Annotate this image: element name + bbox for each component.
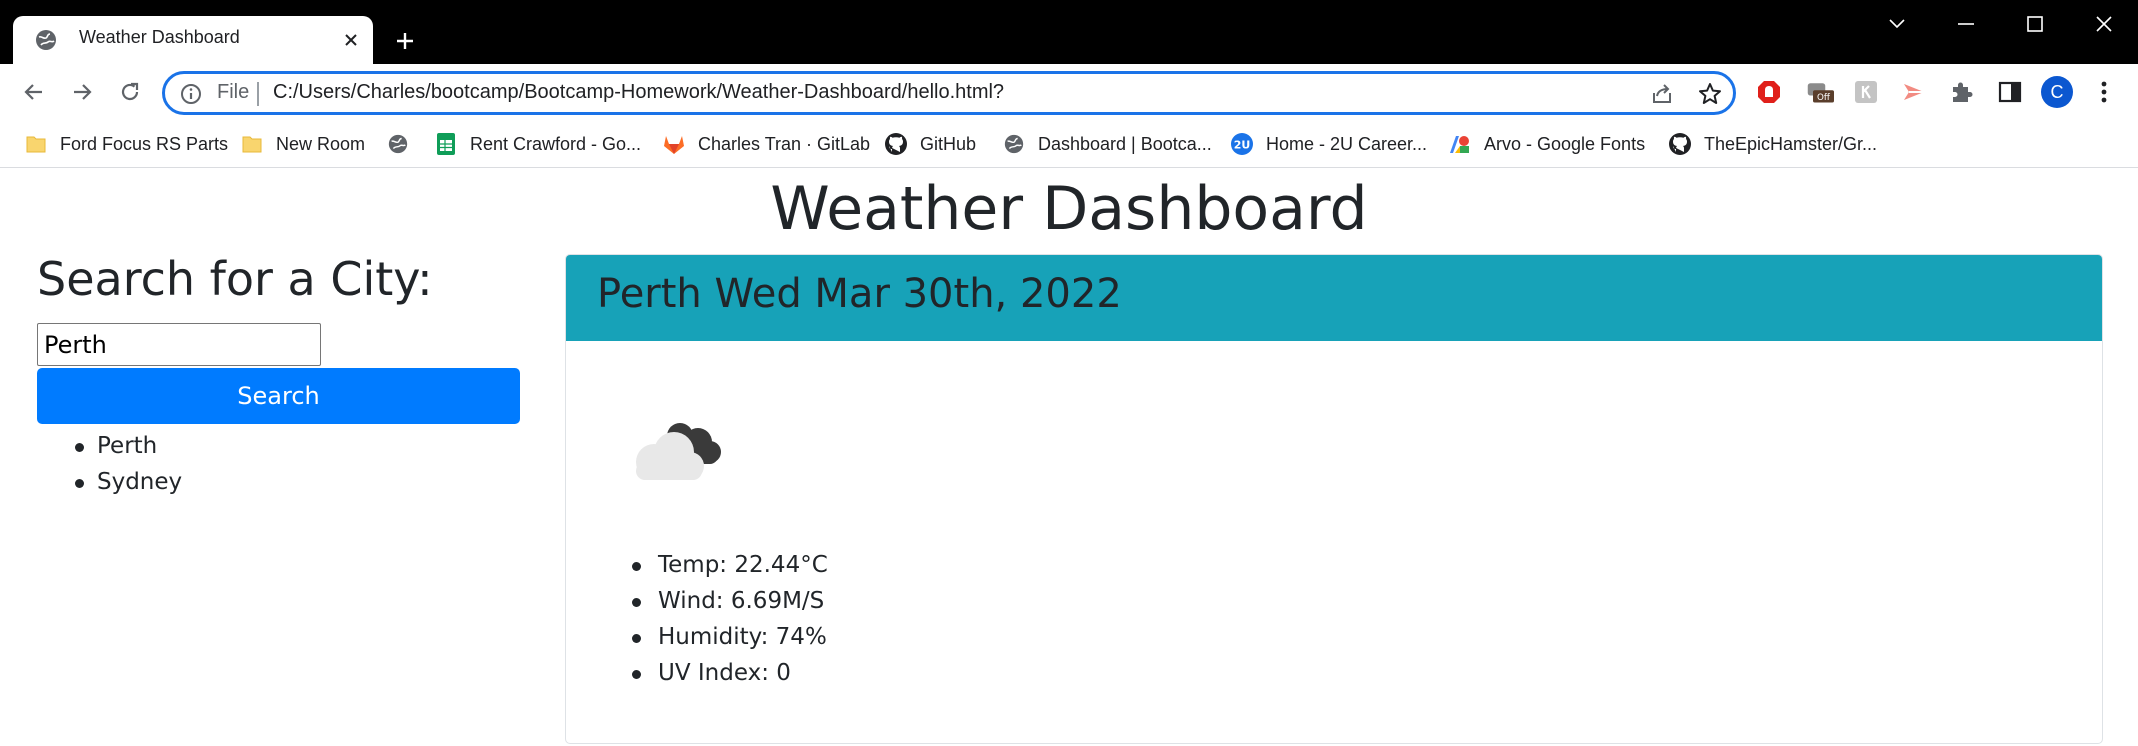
current-weather-header: Perth Wed Mar 30th, 2022 <box>566 255 2102 341</box>
new-tab-icon[interactable] <box>388 24 422 58</box>
current-weather-card: Perth Wed Mar 30th, 2022 Temp: 22.44°C W… <box>565 254 2103 744</box>
svg-text:2U: 2U <box>1234 139 1251 152</box>
reload-icon[interactable] <box>114 76 146 108</box>
bookmark-label: TheEpicHamster/Gr... <box>1704 133 1878 154</box>
globe-icon <box>1002 132 1026 156</box>
address-bar[interactable]: File C:/Users/Charles/bootcamp/Bootcamp-… <box>162 71 1736 115</box>
history-item-perth[interactable]: Perth <box>70 428 182 464</box>
wind-stat: Wind: 6.69M/S <box>626 583 828 619</box>
browser-toolbar: File C:/Users/Charles/bootcamp/Bootcamp-… <box>0 64 2138 120</box>
bookmarks-bar: Ford Focus RS Parts New Room Rent Crawfo… <box>0 120 2138 168</box>
close-window-icon[interactable] <box>2080 8 2128 40</box>
humidity-stat: Humidity: 74% <box>626 619 828 655</box>
bookmark-label: Charles Tran · GitLab <box>698 133 871 154</box>
bookmark-item[interactable]: Arvo - Google Fonts <box>1448 130 1645 158</box>
maximize-icon[interactable] <box>2011 8 2059 40</box>
bookmark-item[interactable]: Dashboard | Bootca... <box>1002 130 1212 158</box>
globe-icon <box>386 132 410 156</box>
bookmark-item[interactable]: 2U Home - 2U Career... <box>1230 130 1427 158</box>
side-panel-icon[interactable] <box>1996 78 2024 106</box>
bookmark-item[interactable] <box>386 130 422 158</box>
adblock-icon[interactable] <box>1755 78 1783 106</box>
bookmark-item[interactable]: Rent Crawford - Go... <box>434 130 641 158</box>
menu-kebab-icon[interactable] <box>2090 78 2118 106</box>
svg-text:Off: Off <box>1817 93 1831 103</box>
tab-title: Weather Dashboard <box>79 27 240 47</box>
bookmark-label: Rent Crawford - Go... <box>470 133 642 154</box>
profile-avatar[interactable]: C <box>2041 76 2073 108</box>
search-button[interactable]: Search <box>37 368 520 424</box>
current-weather-title: Perth Wed Mar 30th, 2022 <box>597 271 1122 317</box>
uv-index-stat: UV Index: 0 <box>626 655 828 691</box>
browser-tab[interactable]: Weather Dashboard <box>13 16 373 64</box>
bookmark-item[interactable]: Charles Tran · GitLab <box>662 130 870 158</box>
info-icon[interactable] <box>179 82 203 106</box>
url-separator <box>257 82 259 106</box>
city-search-input[interactable] <box>37 323 321 366</box>
search-heading: Search for a City: <box>37 252 433 306</box>
folder-icon <box>24 132 48 156</box>
bookmark-label: Dashboard | Bootca... <box>1038 133 1212 154</box>
bookmark-item[interactable]: GitHub <box>884 130 976 158</box>
puzzle-icon[interactable] <box>1948 78 1976 106</box>
tab-search-icon[interactable] <box>1873 8 1921 40</box>
bookmark-item[interactable]: Ford Focus RS Parts <box>24 130 228 158</box>
bookmark-item[interactable]: TheEpicHamster/Gr... <box>1668 130 1877 158</box>
cloudy-icon <box>618 408 734 488</box>
2u-icon: 2U <box>1230 132 1254 156</box>
github-icon <box>884 132 908 156</box>
temp-stat: Temp: 22.44°C <box>626 547 828 583</box>
bookmark-label: Ford Focus RS Parts <box>60 133 229 154</box>
screencastify-icon[interactable] <box>1900 78 1928 106</box>
off-extension-icon[interactable]: Off <box>1806 78 1834 106</box>
back-icon[interactable] <box>18 76 50 108</box>
folder-icon <box>240 132 264 156</box>
bookmark-star-icon[interactable] <box>1697 81 1723 107</box>
minimize-icon[interactable] <box>1942 8 1990 40</box>
bookmark-label: Arvo - Google Fonts <box>1484 133 1646 154</box>
bookmark-item[interactable]: New Room <box>240 130 365 158</box>
grey-extension-icon[interactable] <box>1852 78 1880 106</box>
gitlab-icon <box>662 132 686 156</box>
page-title: Weather Dashboard <box>770 174 1368 244</box>
google-fonts-icon <box>1448 132 1472 156</box>
bookmark-label: Home - 2U Career... <box>1266 133 1428 154</box>
bookmark-label: GitHub <box>920 133 977 154</box>
forward-icon[interactable] <box>66 76 98 108</box>
weather-stats-list: Temp: 22.44°C Wind: 6.69M/S Humidity: 74… <box>626 547 828 691</box>
page-content: Weather Dashboard Search for a City: Sea… <box>0 168 2138 746</box>
search-history-list: Perth Sydney <box>70 428 182 500</box>
bookmark-label: New Room <box>276 133 366 154</box>
share-icon[interactable] <box>1649 81 1675 107</box>
url-scheme-label: File <box>217 81 250 103</box>
browser-tab-bar: Weather Dashboard <box>0 0 2138 64</box>
globe-icon <box>34 28 58 52</box>
history-item-sydney[interactable]: Sydney <box>70 464 182 500</box>
github-icon <box>1668 132 1692 156</box>
close-tab-icon[interactable] <box>338 27 364 53</box>
url-text[interactable]: C:/Users/Charles/bootcamp/Bootcamp-Homew… <box>273 81 1004 104</box>
sheets-icon <box>434 132 458 156</box>
